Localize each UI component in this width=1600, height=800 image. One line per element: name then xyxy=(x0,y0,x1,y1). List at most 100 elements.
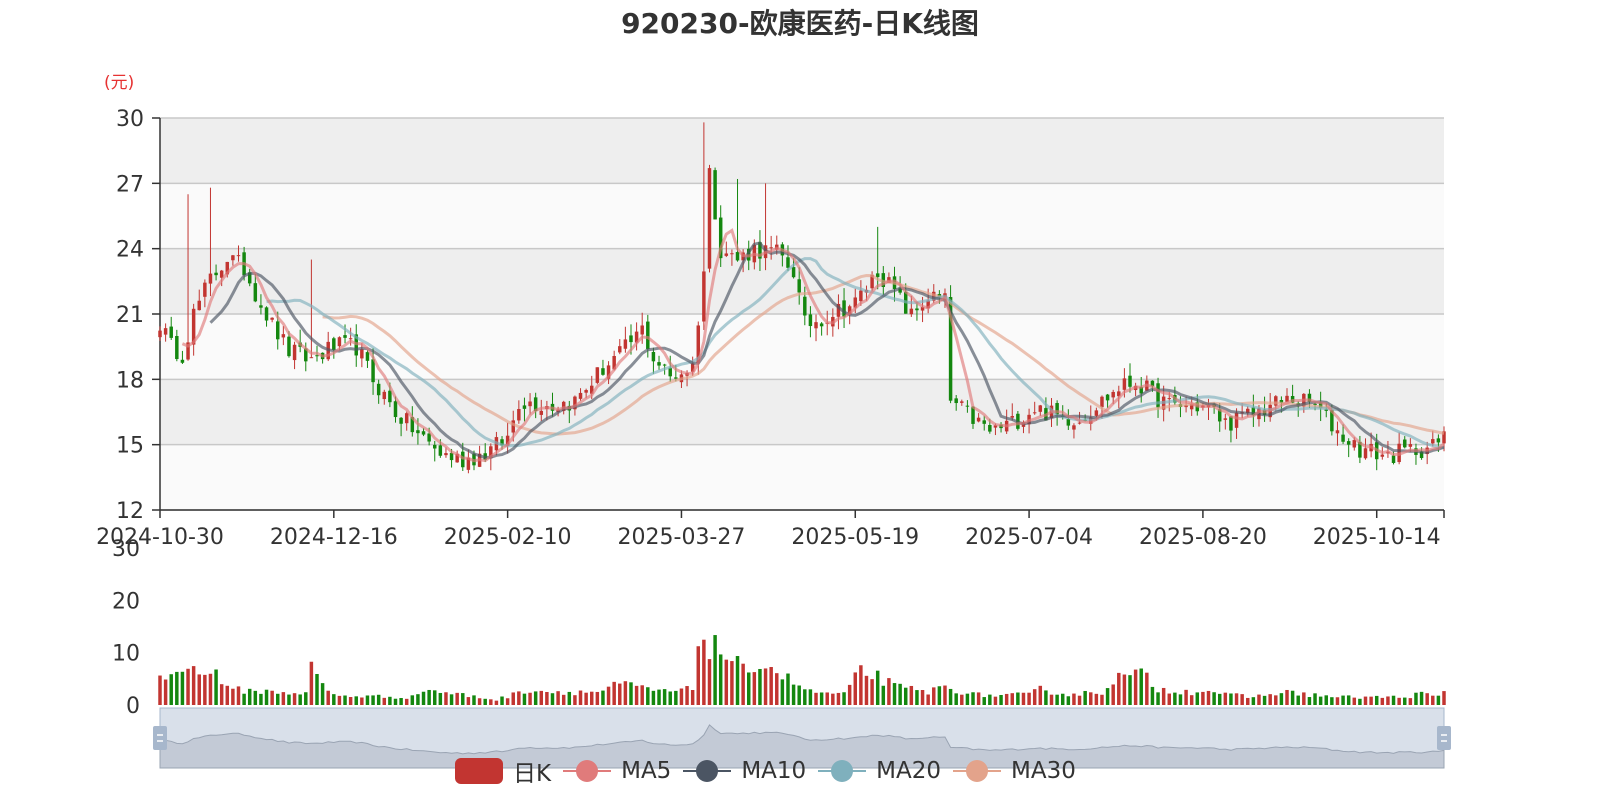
candle-body xyxy=(376,383,381,396)
candle-body xyxy=(1335,430,1340,434)
candle-body xyxy=(651,351,656,362)
volume-bar xyxy=(550,693,555,705)
volume-bar xyxy=(309,661,314,705)
kline-legend-icon xyxy=(455,757,503,785)
volume-bar xyxy=(1027,692,1031,705)
volume-bar xyxy=(326,690,330,705)
candle-body xyxy=(175,336,179,360)
volume-bar xyxy=(191,666,196,705)
legend-item-ma10[interactable]: MA10 xyxy=(683,757,806,785)
candle-body xyxy=(735,252,740,261)
volume-bar xyxy=(1296,695,1300,705)
candle-body xyxy=(724,253,729,256)
candle-body xyxy=(281,334,286,338)
volume-bar xyxy=(427,689,431,705)
volume-bar xyxy=(735,656,740,705)
volume-bar xyxy=(971,692,975,705)
volume-bar xyxy=(803,689,807,705)
volume-bar xyxy=(259,693,263,705)
volume-bar xyxy=(702,639,706,705)
volume-bar xyxy=(1128,675,1132,705)
volume-bar xyxy=(775,673,779,705)
candle-body xyxy=(1100,396,1104,408)
candle-body xyxy=(595,367,600,383)
candle-body xyxy=(1072,425,1076,430)
volume-bar xyxy=(1403,697,1407,705)
slider-handle-right[interactable] xyxy=(1437,726,1451,750)
candle-body xyxy=(365,352,370,361)
volume-bar xyxy=(1436,695,1441,705)
candle-body xyxy=(449,452,454,461)
volume-bar xyxy=(455,692,459,705)
volume-y-tick-label: 20 xyxy=(112,589,140,614)
volume-bar xyxy=(1145,672,1149,705)
volume-bar xyxy=(696,646,701,705)
volume-bar xyxy=(1268,694,1272,705)
volume-bar xyxy=(1251,697,1256,705)
legend-item-ma20[interactable]: MA20 xyxy=(818,757,941,785)
slider-handle-left[interactable] xyxy=(153,726,167,750)
candle-body xyxy=(769,247,773,249)
volume-bar xyxy=(1100,694,1104,705)
candle-body xyxy=(965,405,970,407)
volume-bar xyxy=(1189,695,1194,705)
volume-bar xyxy=(1307,697,1312,705)
volume-bar xyxy=(1122,674,1127,705)
candle-body xyxy=(416,430,420,434)
volume-bar xyxy=(713,635,717,705)
legend-item-kline[interactable]: 日K xyxy=(455,754,551,788)
volume-bar xyxy=(225,685,230,705)
volume-bar xyxy=(1004,693,1009,705)
volume-bar xyxy=(909,685,914,705)
slider-handle-icon[interactable] xyxy=(1437,726,1451,750)
volume-bar xyxy=(528,692,532,705)
volume-bar xyxy=(606,686,611,705)
candle xyxy=(595,367,600,385)
volume-bar xyxy=(1178,694,1183,705)
candle-body xyxy=(276,321,280,340)
volume-bar xyxy=(1055,694,1059,705)
volume-bar xyxy=(651,690,656,705)
volume-bar xyxy=(236,686,241,705)
candle-body xyxy=(1391,455,1396,463)
y-tick-label: 18 xyxy=(116,368,144,393)
volume-bar xyxy=(1167,693,1171,705)
legend-item-ma5[interactable]: MA5 xyxy=(563,757,671,785)
candle-body xyxy=(578,392,583,399)
volume-bar xyxy=(831,693,835,705)
volume-bar xyxy=(999,694,1003,705)
candle-body xyxy=(808,314,813,327)
volume-bar xyxy=(618,683,622,705)
slider-handle-icon[interactable] xyxy=(153,726,167,750)
candle-body xyxy=(1229,416,1233,431)
x-tick-label: 2025-10-14 xyxy=(1313,525,1441,550)
volume-bar xyxy=(612,681,616,705)
candle-body xyxy=(337,337,342,347)
volume-bar xyxy=(903,687,908,705)
plot-band xyxy=(160,183,1444,249)
x-tick-label: 2025-07-04 xyxy=(965,525,1093,550)
candle-body xyxy=(399,417,403,424)
candle-body xyxy=(292,344,297,361)
volume-bar xyxy=(982,697,986,705)
volume-bar xyxy=(1330,697,1334,705)
volume-bar xyxy=(758,668,762,705)
candle-body xyxy=(231,255,235,261)
volume-bar xyxy=(674,690,678,705)
candle-body xyxy=(264,307,269,321)
volume-bar xyxy=(466,697,471,705)
volume-bar xyxy=(1246,697,1250,705)
candle-body xyxy=(1352,440,1357,448)
volume-bar xyxy=(1201,691,1205,705)
candle-body xyxy=(169,326,173,338)
legend-item-ma30[interactable]: MA30 xyxy=(953,757,1076,785)
volume-bar xyxy=(169,674,173,705)
volume-bar xyxy=(208,673,213,705)
volume-bar xyxy=(231,688,235,705)
volume-bar xyxy=(920,690,925,705)
volume-bar xyxy=(1206,690,1211,705)
y-tick-label: 12 xyxy=(116,499,144,524)
volume-bar xyxy=(808,689,813,705)
volume-bar xyxy=(264,689,269,705)
volume-bar xyxy=(175,671,179,705)
